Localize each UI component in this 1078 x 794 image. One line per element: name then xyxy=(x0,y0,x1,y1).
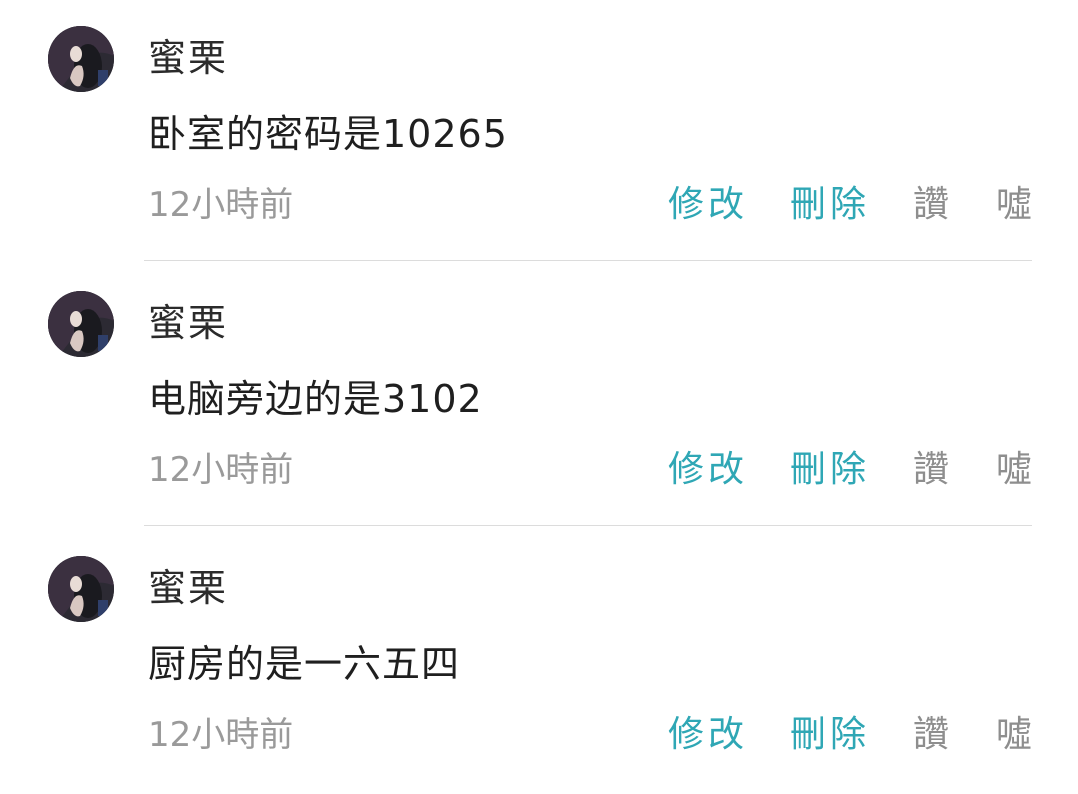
delete-button[interactable]: 刪除 xyxy=(790,443,870,497)
divider xyxy=(144,260,1032,261)
comment-item: 蜜栗 厨房的是一六五四 12小時前 修改 刪除 讚 噓 xyxy=(0,530,1078,794)
comment-author[interactable]: 蜜栗 xyxy=(148,295,228,351)
comment-timestamp: 12小時前 xyxy=(148,715,294,755)
delete-button[interactable]: 刪除 xyxy=(790,708,870,762)
delete-button[interactable]: 刪除 xyxy=(790,178,870,232)
avatar[interactable] xyxy=(48,291,114,357)
avatar[interactable] xyxy=(48,556,114,622)
divider xyxy=(144,525,1032,526)
comment-item: 蜜栗 卧室的密码是10265 12小時前 修改 刪除 讚 噓 xyxy=(0,0,1078,264)
like-button[interactable]: 讚 xyxy=(913,443,953,497)
boo-button[interactable]: 噓 xyxy=(996,443,1036,497)
avatar-image xyxy=(48,291,114,357)
comment-timestamp: 12小時前 xyxy=(148,185,294,225)
comment-text: 电脑旁边的是3102 xyxy=(148,377,483,421)
like-button[interactable]: 讚 xyxy=(913,178,953,232)
avatar-image xyxy=(48,26,114,92)
edit-button[interactable]: 修改 xyxy=(668,708,748,762)
comment-text: 厨房的是一六五四 xyxy=(148,642,461,686)
like-button[interactable]: 讚 xyxy=(913,708,953,762)
boo-button[interactable]: 噓 xyxy=(996,178,1036,232)
comment-author[interactable]: 蜜栗 xyxy=(148,30,228,86)
edit-button[interactable]: 修改 xyxy=(668,178,748,232)
comment-item: 蜜栗 电脑旁边的是3102 12小時前 修改 刪除 讚 噓 xyxy=(0,265,1078,529)
comment-author[interactable]: 蜜栗 xyxy=(148,560,228,616)
avatar[interactable] xyxy=(48,26,114,92)
boo-button[interactable]: 噓 xyxy=(996,708,1036,762)
comment-timestamp: 12小時前 xyxy=(148,450,294,490)
avatar-image xyxy=(48,556,114,622)
comment-text: 卧室的密码是10265 xyxy=(148,112,508,156)
edit-button[interactable]: 修改 xyxy=(668,443,748,497)
